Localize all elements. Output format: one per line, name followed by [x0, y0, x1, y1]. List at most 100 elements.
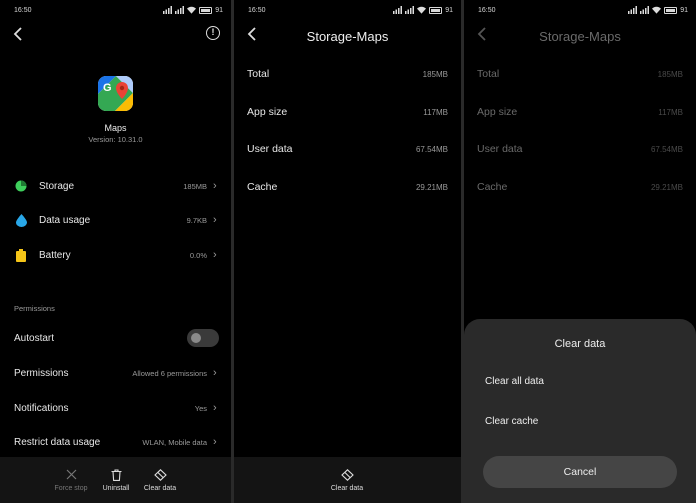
storage-row[interactable]: Storage 185MB ›	[14, 177, 219, 195]
status-bar: 16:50 91	[478, 6, 688, 18]
signal-icon-2	[175, 6, 185, 14]
autostart-toggle[interactable]	[187, 329, 219, 347]
eraser-icon	[340, 468, 354, 481]
clear-all-data-option[interactable]: Clear all data	[485, 376, 544, 387]
wifi-icon	[417, 6, 427, 14]
uninstall-label: Uninstall	[102, 485, 130, 492]
maps-app-logo-icon: G	[98, 76, 133, 111]
chevron-right-icon: ›	[213, 436, 217, 448]
restrict-data-row[interactable]: Restrict data usage WLAN, Mobile data ›	[14, 433, 219, 451]
water-drop-icon	[14, 213, 28, 227]
trash-icon	[111, 468, 121, 481]
status-icons: 91	[393, 6, 453, 14]
info-icon[interactable]: !	[206, 26, 220, 40]
battery-indicator-icon	[199, 6, 213, 14]
clear-data-button[interactable]: Clear data	[135, 467, 185, 492]
total-value: 185MB	[657, 69, 683, 79]
status-icons: 91	[628, 6, 688, 14]
user-data-label: User data	[247, 143, 293, 155]
close-x-icon	[66, 469, 76, 480]
cache-row: Cache 29.21MB	[247, 179, 448, 195]
notifications-value: Yes	[194, 403, 207, 413]
app-size-label: App size	[247, 106, 288, 118]
user-data-label: User data	[477, 143, 523, 155]
bottom-action-bar: Force stop Uninstall Clear data	[0, 457, 231, 503]
uninstall-button[interactable]: Uninstall	[91, 467, 141, 492]
total-label: Total	[477, 68, 500, 80]
status-icons: 91	[163, 6, 223, 14]
status-time: 16:50	[14, 7, 32, 14]
chevron-right-icon: ›	[213, 249, 217, 261]
storage-pie-icon	[14, 179, 28, 193]
status-bar: 16:50 91	[14, 6, 223, 18]
permissions-label: Permissions	[14, 367, 69, 379]
battery-level: 91	[445, 6, 453, 14]
total-row: Total 185MB	[247, 66, 448, 82]
data-usage-row[interactable]: Data usage 9.7KB ›	[14, 211, 219, 229]
permissions-section-header: Permissions	[14, 304, 55, 313]
storage-value: 185MB	[183, 181, 207, 191]
battery-level: 91	[215, 6, 223, 14]
autostart-label: Autostart	[14, 332, 55, 344]
app-size-label: App size	[477, 106, 518, 118]
cache-row: Cache 29.21MB	[477, 179, 683, 195]
clear-cache-option[interactable]: Clear cache	[485, 416, 538, 427]
app-size-value: 117MB	[423, 107, 448, 117]
app-size-row: App size 117MB	[247, 104, 448, 120]
battery-indicator-icon	[429, 6, 443, 14]
app-size-value: 117MB	[658, 107, 683, 117]
storage-screen: 16:50 91 Storage-Maps Total 185MB App si…	[234, 0, 461, 503]
back-arrow-icon[interactable]	[12, 26, 26, 42]
chevron-right-icon: ›	[213, 180, 217, 192]
cache-label: Cache	[477, 181, 508, 193]
clear-data-label: Clear data	[330, 485, 364, 492]
app-name: Maps	[104, 123, 127, 133]
data-usage-value: 9.7KB	[186, 215, 207, 225]
cache-value: 29.21MB	[650, 182, 683, 192]
user-data-row: User data 67.54MB	[477, 141, 683, 157]
svg-text:G: G	[103, 82, 112, 94]
signal-icon-2	[640, 6, 650, 14]
chevron-right-icon: ›	[213, 214, 217, 226]
eraser-icon	[153, 468, 167, 481]
user-data-value: 67.54MB	[650, 144, 683, 154]
battery-indicator-icon	[664, 6, 678, 14]
battery-value: 0.0%	[189, 250, 207, 260]
permissions-value: Allowed 6 permissions	[132, 368, 207, 378]
clear-data-label: Clear data	[143, 485, 177, 492]
cache-value: 29.21MB	[415, 182, 448, 192]
permissions-row[interactable]: Permissions Allowed 6 permissions ›	[14, 364, 219, 382]
signal-icon	[163, 6, 173, 14]
battery-level: 91	[680, 6, 688, 14]
total-row: Total 185MB	[477, 66, 683, 82]
signal-icon	[628, 6, 638, 14]
app-version: Version: 10.31.0	[88, 135, 143, 144]
page-title: Storage-Maps	[306, 29, 389, 44]
battery-icon	[14, 248, 28, 262]
battery-row[interactable]: Battery 0.0% ›	[14, 246, 219, 264]
chevron-right-icon: ›	[213, 367, 217, 379]
force-stop-button[interactable]: Force stop	[46, 467, 96, 492]
autostart-row[interactable]: Autostart	[14, 329, 219, 347]
total-value: 185MB	[422, 69, 448, 79]
clear-data-button[interactable]: Clear data	[322, 467, 372, 492]
restrict-data-value: WLAN, Mobile data	[142, 437, 207, 447]
page-title: Storage-Maps	[539, 29, 621, 44]
bottom-action-bar: Clear data	[234, 457, 461, 503]
chevron-right-icon: ›	[213, 402, 217, 414]
clear-data-dialog-screen: 16:50 91 Storage-Maps Total 185MB App si…	[464, 0, 696, 503]
signal-icon	[393, 6, 403, 14]
total-label: Total	[247, 68, 270, 80]
wifi-icon	[187, 6, 197, 14]
restrict-data-label: Restrict data usage	[14, 436, 101, 448]
sheet-title: Clear data	[554, 338, 606, 350]
cancel-button[interactable]: Cancel	[483, 456, 677, 488]
notifications-label: Notifications	[14, 402, 69, 414]
notifications-row[interactable]: Notifications Yes ›	[14, 399, 219, 417]
app-size-row: App size 117MB	[477, 104, 683, 120]
wifi-icon	[652, 6, 662, 14]
status-time: 16:50	[478, 7, 496, 14]
status-bar: 16:50 91	[248, 6, 453, 18]
status-time: 16:50	[248, 7, 266, 14]
force-stop-label: Force stop	[54, 485, 88, 492]
